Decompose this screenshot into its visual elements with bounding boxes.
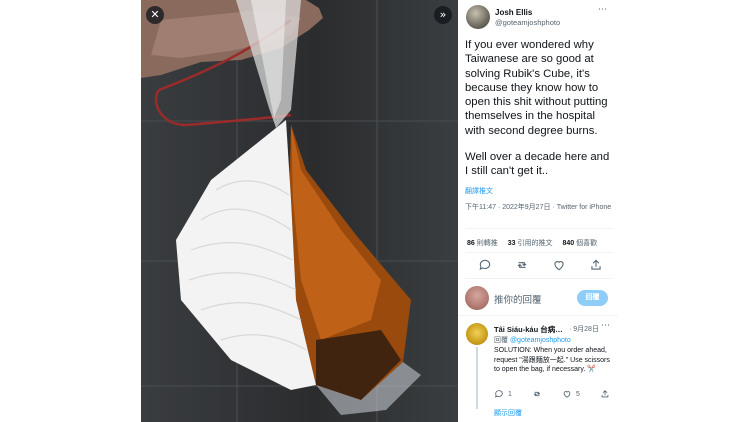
likes-label: 個喜歡: [576, 240, 598, 247]
quotes-label: 引用的推文: [517, 240, 553, 247]
replying-to: 回覆 @goteamjoshphoto: [494, 335, 571, 345]
current-user-avatar: [465, 286, 489, 310]
likes-stat[interactable]: 840 個喜歡: [563, 238, 598, 248]
reply-reply-action[interactable]: 1: [494, 389, 512, 399]
reply-actions: 1 5: [494, 389, 610, 399]
avatar[interactable]: [466, 5, 490, 29]
tweet-text: If you ever wondered why Taiwanese are s…: [465, 38, 615, 191]
divider: [465, 278, 613, 279]
like-icon[interactable]: [552, 258, 566, 272]
retweet-icon: [533, 391, 541, 397]
reply-icon[interactable]: [478, 258, 492, 272]
share-icon[interactable]: [589, 258, 603, 272]
tweet-text-paragraph: If you ever wondered why Taiwanese are s…: [465, 39, 608, 137]
retweets-label: 則轉推: [476, 240, 498, 247]
reply-share-action[interactable]: [600, 389, 610, 399]
retweets-stat[interactable]: 86 則轉推: [467, 238, 498, 248]
tweet-photo[interactable]: ✕ »: [141, 0, 458, 422]
tweet-timestamp: 下午11:47 · 2022年9月27日 · Twitter for iPhon…: [465, 204, 612, 211]
reply-input[interactable]: 推你的回覆: [494, 292, 542, 306]
reply-author-avatar[interactable]: [466, 323, 488, 345]
replying-to-handle[interactable]: @goteamjoshphoto: [510, 337, 571, 344]
reply-like-count: 5: [576, 390, 580, 398]
divider: [458, 315, 618, 316]
like-icon: [563, 391, 571, 398]
left-margin: [0, 0, 141, 422]
reply-icon: [495, 390, 503, 398]
retweets-count: 86: [467, 240, 475, 247]
quotes-stat[interactable]: 33 引用的推文: [508, 238, 553, 248]
likes-count: 840: [562, 240, 575, 247]
reply-button[interactable]: 回覆: [577, 290, 608, 306]
show-replies-link[interactable]: 顯示回覆: [494, 408, 522, 418]
expand-sidebar-icon[interactable]: »: [434, 6, 452, 24]
reply-more-options-icon[interactable]: ⋯: [601, 321, 610, 331]
reply-reply-count: 1: [508, 390, 512, 398]
engagement-stats: 86 則轉推 33 引用的推文 840 個喜歡: [467, 238, 597, 248]
author-handle[interactable]: @goteamjoshphoto: [495, 18, 560, 27]
share-icon: [601, 390, 609, 398]
quotes-count: 33: [507, 240, 516, 247]
tweet-text-paragraph: Well over a decade here and I still can'…: [465, 151, 610, 178]
bag-of-noodles-and-soup: [141, 0, 421, 415]
reply-author-name[interactable]: Tâi Siáu-káu 台病…: [494, 324, 563, 335]
more-options-icon[interactable]: ⋯: [598, 5, 607, 15]
right-margin: [618, 0, 750, 422]
retweet-icon[interactable]: [515, 258, 529, 272]
author-name[interactable]: Josh Ellis: [495, 8, 532, 17]
reply-like-action[interactable]: 5: [562, 389, 580, 399]
translate-link[interactable]: 翻譯推文: [465, 186, 493, 196]
reply-text: SOLUTION: When you order ahead, request …: [494, 347, 610, 374]
reply-retweet-action[interactable]: [532, 389, 542, 399]
divider: [465, 228, 613, 229]
reply-date[interactable]: · 9月28日: [569, 324, 599, 334]
tweet-actions: [478, 258, 603, 272]
replying-to-label: 回覆: [494, 337, 508, 344]
divider: [465, 252, 613, 253]
thread-line: [476, 347, 478, 409]
close-icon[interactable]: ✕: [146, 6, 164, 24]
